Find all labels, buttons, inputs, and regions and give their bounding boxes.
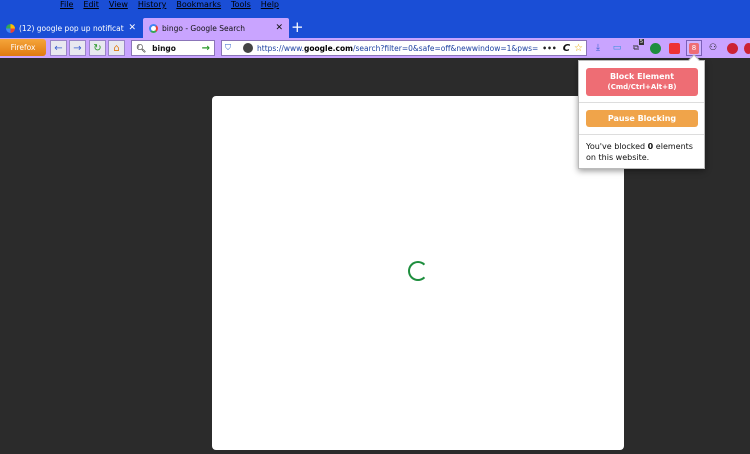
tab-google-search[interactable]: bingo - Google Search ✕ — [143, 18, 289, 38]
blocked-info-text: You've blocked 0 elements on this websit… — [586, 142, 693, 162]
menu-bookmarks[interactable]: Bookmarks — [176, 0, 221, 11]
screenshot-icon[interactable]: ▭ — [609, 40, 625, 56]
shield-icon[interactable]: ⛉ — [225, 43, 239, 53]
close-icon[interactable]: ✕ — [275, 23, 283, 33]
extension-overflow-icon[interactable] — [740, 40, 750, 56]
tab-label: bingo - Google Search — [162, 23, 246, 33]
search-go-icon[interactable]: → — [202, 43, 210, 54]
tab-label: (12) google pop up notification - P — [19, 23, 124, 33]
favicon-icon — [6, 23, 15, 33]
search-input[interactable]: bingo — [152, 44, 176, 53]
notification-icon[interactable] — [724, 40, 740, 56]
back-icon[interactable]: ← — [50, 40, 67, 56]
bookmark-star-icon[interactable]: ☆ — [574, 43, 583, 54]
page-actions-icon[interactable]: ••• — [542, 44, 556, 53]
extension-c-icon[interactable]: C — [563, 43, 570, 54]
forward-icon[interactable]: → — [69, 40, 86, 56]
menu-tools[interactable]: Tools — [231, 0, 251, 11]
loading-spinner-icon — [408, 261, 428, 281]
badge-count: 5 — [638, 39, 644, 45]
menu-view[interactable]: View — [109, 0, 128, 11]
globe-icon[interactable] — [243, 43, 253, 53]
search-box[interactable]: 🔍︎ bingo → — [131, 40, 215, 56]
url-text[interactable]: https://www.google.com/search?filter=0&s… — [257, 44, 538, 53]
new-tab-icon[interactable]: + — [291, 19, 304, 35]
search-icon: 🔍︎ — [136, 43, 147, 53]
block-element-popup: Block Element (Cmd/Ctrl+Alt+B) Pause Blo… — [578, 54, 705, 169]
reload-icon[interactable]: ↻ — [89, 40, 106, 56]
firefox-menu-button[interactable]: Firefox — [0, 39, 46, 56]
block-element-badge: 8 — [689, 42, 699, 54]
block-element-label: Block Element — [609, 72, 675, 81]
block-element-button[interactable]: Block Element (Cmd/Ctrl+Alt+B) — [586, 68, 698, 96]
address-bar[interactable]: ⛉ https://www.google.com/search?filter=0… — [221, 40, 587, 56]
pause-blocking-button[interactable]: Pause Blocking — [586, 110, 698, 127]
page-content — [212, 96, 624, 450]
download-icon[interactable]: ⤓ — [590, 40, 606, 56]
menu-file[interactable]: File — [60, 0, 73, 11]
menu-edit[interactable]: Edit — [83, 0, 99, 11]
divider — [579, 102, 704, 103]
eyes-icon[interactable]: ⚇ — [705, 40, 721, 56]
extension-badge-icon[interactable]: ⧉ 5 — [628, 39, 644, 56]
home-icon[interactable]: ⌂ — [108, 40, 125, 56]
nav-toolbar: Firefox ← → ↻ ⌂ 🔍︎ bingo → ⛉ https://www… — [0, 38, 750, 58]
divider — [579, 134, 704, 135]
tab-strip: (12) google pop up notification - P ✕ bi… — [0, 12, 750, 38]
menu-help[interactable]: Help — [261, 0, 279, 11]
menu-history[interactable]: History — [138, 0, 166, 11]
tab-notification[interactable]: (12) google pop up notification - P ✕ — [0, 18, 142, 38]
pocket-icon[interactable] — [666, 40, 682, 56]
menu-bar: File Edit View History Bookmarks Tools H… — [0, 0, 750, 12]
close-icon[interactable]: ✕ — [128, 23, 136, 33]
google-icon — [149, 23, 158, 33]
block-element-shortcut: (Cmd/Ctrl+Alt+B) — [607, 83, 677, 91]
check-icon[interactable] — [647, 40, 663, 56]
